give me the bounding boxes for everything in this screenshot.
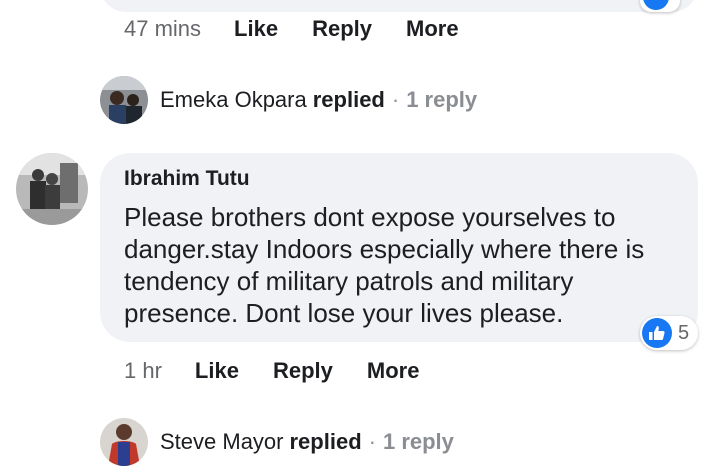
avatar[interactable] [100,418,148,466]
reply-count-link[interactable]: 1 reply [383,429,454,455]
reply-author-name[interactable]: Emeka Okpara [160,87,307,113]
replies-preview-row[interactable]: Emeka Okpara replied · 1 reply [100,76,477,124]
reply-count-link[interactable]: 1 reply [406,87,477,113]
previous-reaction-badge[interactable] [640,0,680,12]
comment-actions: 1 hr Like Reply More [124,358,453,384]
reaction-badge[interactable]: 5 [640,316,698,350]
comment-bubble: Ibrahim Tutu Please brothers dont expose… [100,153,698,342]
replies-preview-row[interactable]: Steve Mayor replied · 1 reply [100,418,454,466]
comment-timestamp[interactable]: 1 hr [124,358,162,384]
previous-comment-actions: 47 mins Like Reply More [124,16,493,42]
like-button[interactable]: Like [195,358,239,384]
reply-button[interactable]: Reply [273,358,333,384]
reaction-count: 5 [678,321,690,344]
reply-author-name[interactable]: Steve Mayor [160,429,284,455]
replied-label[interactable]: replied [290,429,362,455]
like-button[interactable]: Like [234,16,278,42]
comment-timestamp[interactable]: 47 mins [124,16,201,42]
previous-comment-bubble [100,0,698,12]
replied-label[interactable]: replied [313,87,385,113]
comment-author-name[interactable]: Ibrahim Tutu [124,167,250,191]
comment-avatar[interactable] [16,153,88,225]
more-button[interactable]: More [406,16,459,42]
avatar[interactable] [100,76,148,124]
separator: · [391,87,400,112]
reply-button[interactable]: Reply [312,16,372,42]
comment-text: Please brothers dont expose yourselves t… [124,202,645,328]
more-button[interactable]: More [367,358,420,384]
separator: · [368,429,376,454]
thumbs-up-icon [642,318,672,348]
like-reaction-icon [643,0,669,10]
